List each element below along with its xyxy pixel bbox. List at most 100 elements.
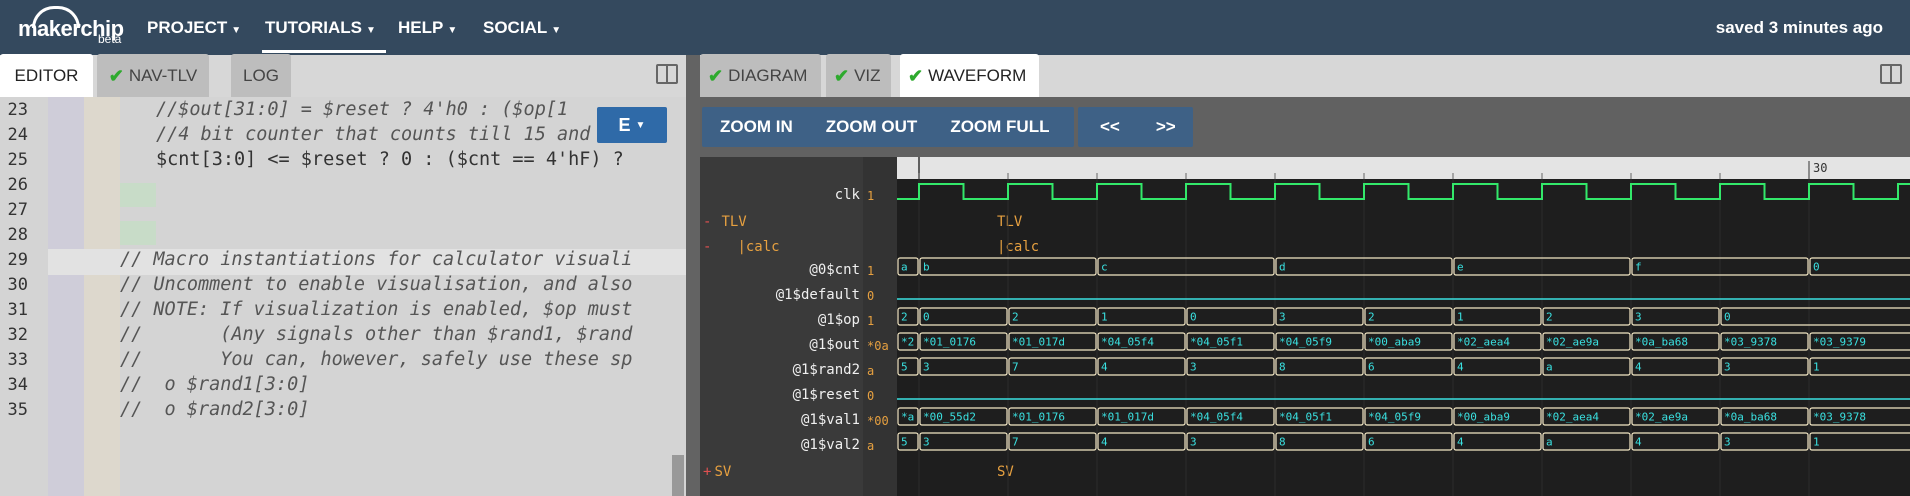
- nav-help[interactable]: HELP ▼: [398, 18, 457, 38]
- collapse-icon[interactable]: -: [703, 239, 711, 255]
- scope-calc-row[interactable]: - |calc: [703, 239, 780, 255]
- bus-segment: [1720, 432, 1809, 451]
- bus-value-label: 1: [1813, 361, 1820, 374]
- chevron-down-icon: ▼: [447, 25, 458, 36]
- signal-clk[interactable]: clk: [835, 187, 860, 203]
- bus-value-label: 8: [1279, 361, 1286, 374]
- line-number: 30: [7, 275, 28, 295]
- code-line: // NOTE: If visualization is enabled, $o…: [120, 299, 633, 320]
- code-line: $cnt[3:0] <= $reset ? 0 : ($cnt == 4'hF)…: [156, 149, 624, 170]
- bus-value-label: *04_05f1: [1190, 336, 1243, 349]
- tab-viz[interactable]: ✔ VIZ: [826, 54, 891, 98]
- bus-value-label: 8: [1279, 436, 1286, 449]
- bus-value-label: *01_017d: [1101, 411, 1154, 424]
- nav-social[interactable]: SOCIAL ▼: [483, 18, 561, 38]
- zoom-out-button[interactable]: ZOOM OUT: [826, 117, 918, 137]
- bus-value-label: a: [901, 261, 908, 274]
- line-number: 35: [7, 400, 28, 420]
- scope-tlv-row[interactable]: - TLV: [703, 214, 747, 230]
- tab-waveform[interactable]: ✔ WAVEFORM: [900, 54, 1039, 98]
- bus-value-label: 4: [1101, 436, 1108, 449]
- next-button[interactable]: >>: [1156, 117, 1176, 137]
- signal-val2[interactable]: @1$val2: [801, 437, 860, 453]
- split-layout-icon[interactable]: [1880, 64, 1902, 84]
- tab-editor-label: EDITOR: [14, 66, 79, 85]
- bus-value-label: *01_0176: [1012, 411, 1065, 424]
- bus-segment: [1542, 307, 1631, 326]
- scope-sv-row[interactable]: + SV: [703, 464, 731, 480]
- bus-value-label: d: [1279, 261, 1286, 274]
- editor-dropdown-label: E: [618, 114, 631, 135]
- signal-val1[interactable]: @1$val1: [801, 412, 860, 428]
- bus-value-label: 7: [1012, 361, 1019, 374]
- signal-out[interactable]: @1$out: [809, 337, 860, 353]
- indent-guide: [48, 97, 84, 496]
- signal-default[interactable]: @1$default: [776, 287, 860, 303]
- zoom-button-group: ZOOM IN ZOOM OUT ZOOM FULL: [702, 107, 1074, 147]
- editor-dropdown-button[interactable]: E ▼: [597, 107, 667, 143]
- nav-tutorials[interactable]: TUTORIALS ▼: [265, 18, 376, 38]
- bus-value-label: *2: [901, 336, 914, 349]
- line-number: 34: [7, 375, 28, 395]
- value-out: *0a: [867, 339, 889, 353]
- code-editor[interactable]: 23 24 25 26 27 28 29 30 31 32 33 34 35 /…: [0, 97, 686, 496]
- bus-value-label: 2: [1546, 311, 1553, 324]
- tab-diagram[interactable]: ✔ DIAGRAM: [700, 54, 821, 98]
- signal-cnt[interactable]: @0$cnt: [809, 262, 860, 278]
- prev-button[interactable]: <<: [1100, 117, 1120, 137]
- bus-segment: [1631, 432, 1720, 451]
- bus-segment: [1720, 357, 1809, 376]
- bus-segment: [919, 357, 1008, 376]
- tab-editor[interactable]: EDITOR: [0, 54, 93, 98]
- check-icon: ✔: [108, 65, 124, 86]
- bus-value-label: a: [1546, 436, 1553, 449]
- code-line: //4 bit counter that counts till 15 and …: [156, 124, 624, 145]
- signal-value-pane: 1 1 0 1 *0a a 0 *00 a: [863, 157, 897, 496]
- zoom-full-button[interactable]: ZOOM FULL: [950, 117, 1049, 137]
- bus-value-label: 3: [1724, 436, 1731, 449]
- bus-value-label: f: [1635, 261, 1642, 274]
- scope-calc-label: |calc: [737, 239, 780, 255]
- bus-value-label: 2: [901, 311, 908, 324]
- signal-reset[interactable]: @1$reset: [793, 387, 860, 403]
- bus-value-label: 0: [1190, 311, 1197, 324]
- bus-value-label: b: [923, 261, 930, 274]
- code-highlight: [120, 221, 156, 245]
- editor-scrollbar[interactable]: [672, 455, 684, 496]
- value-cnt: 1: [867, 264, 875, 278]
- zoom-in-button[interactable]: ZOOM IN: [720, 117, 793, 137]
- signal-op[interactable]: @1$op: [818, 312, 860, 328]
- pane-splitter[interactable]: [686, 55, 700, 496]
- chevron-down-icon: ▼: [365, 25, 376, 36]
- bus-segment: [919, 307, 1008, 326]
- makerchip-logo[interactable]: makerchip beta: [18, 6, 124, 48]
- bus-segment: [1631, 357, 1720, 376]
- bus-segment: [1364, 307, 1453, 326]
- bus-segment: [1186, 307, 1275, 326]
- bus-segment: [1542, 357, 1631, 376]
- value-op: 1: [867, 314, 875, 328]
- collapse-icon[interactable]: -: [703, 214, 711, 230]
- tab-log[interactable]: LOG: [231, 54, 291, 98]
- bus-value-label: *03_9379: [1813, 336, 1866, 349]
- value-default: 0: [867, 289, 875, 303]
- bus-value-label: 3: [1279, 311, 1286, 324]
- expand-icon[interactable]: +: [703, 464, 711, 480]
- tab-diagram-label: DIAGRAM: [728, 66, 808, 85]
- bus-value-label: 5: [901, 361, 908, 374]
- nav-project[interactable]: PROJECT ▼: [147, 18, 241, 38]
- bus-value-label: *02_ae9a: [1546, 336, 1599, 349]
- split-layout-icon[interactable]: [656, 64, 678, 84]
- waveform-traces[interactable]: 30a b c d e f 02 0 2 1 0 3 2 1 2 3 0*2 *01_0176 *01_017d *0…: [897, 157, 1910, 496]
- logo-beta-badge: beta: [98, 32, 122, 46]
- line-number: 24: [7, 125, 28, 145]
- bus-value-label: 6: [1368, 361, 1375, 374]
- tab-nav-tlv[interactable]: ✔ NAV-TLV: [97, 54, 209, 98]
- bus-value-label: *02_ae9a: [1635, 411, 1688, 424]
- bus-segment: [1364, 432, 1453, 451]
- chevron-down-icon: ▼: [231, 25, 242, 36]
- bus-value-label: *04_05f4: [1101, 336, 1154, 349]
- signal-rand2[interactable]: @1$rand2: [793, 362, 860, 378]
- bus-value-label: c: [1101, 261, 1108, 274]
- bus-value-label: 4: [1635, 436, 1642, 449]
